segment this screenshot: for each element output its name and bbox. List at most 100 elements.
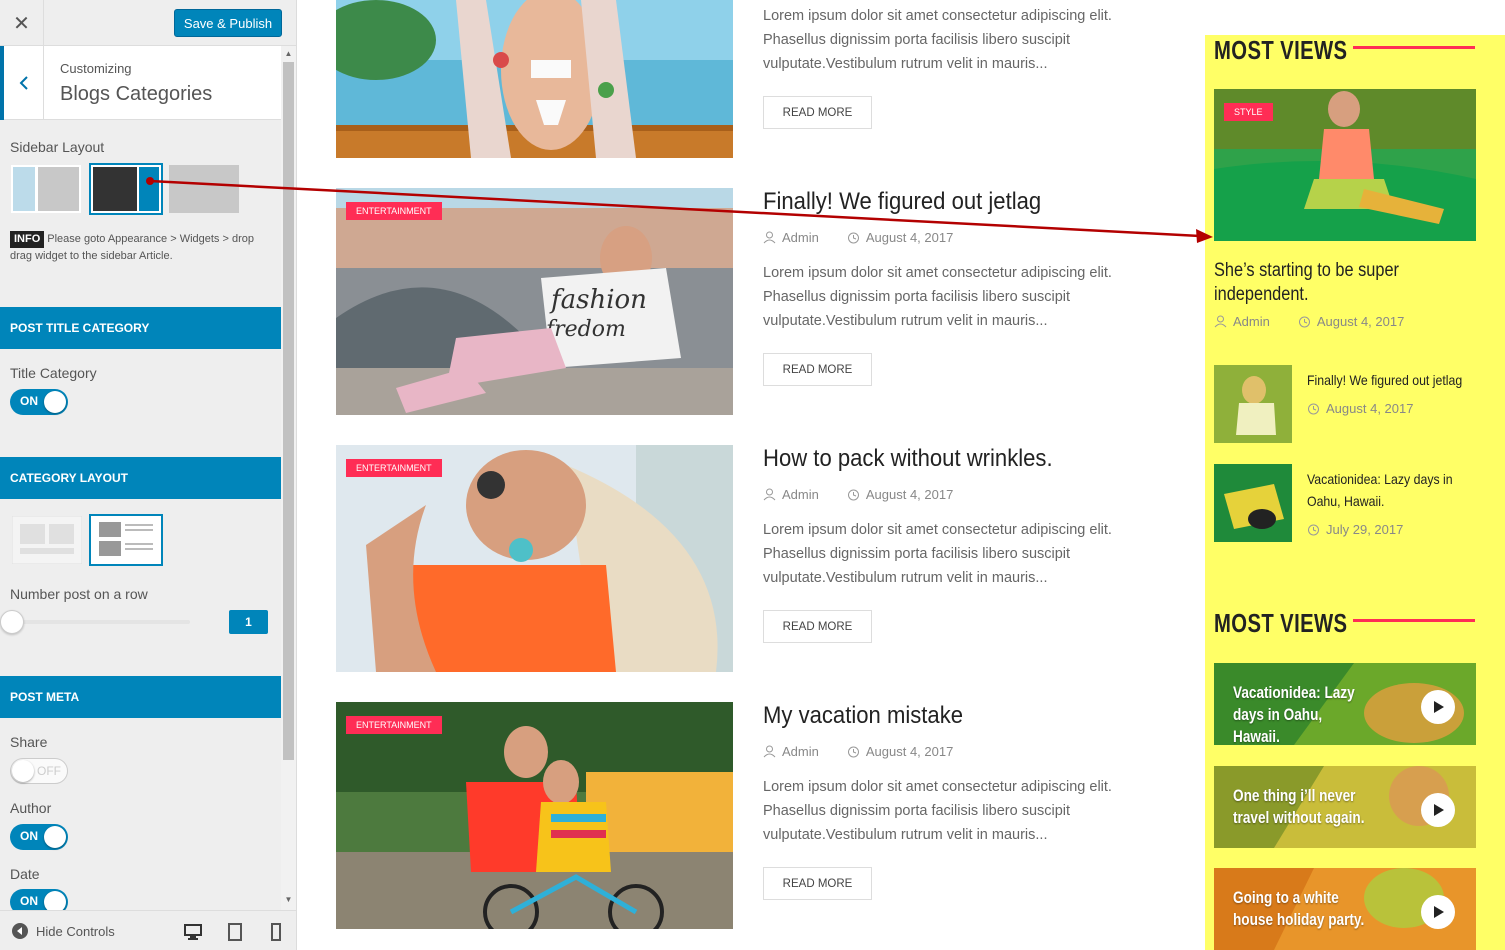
author-name: Admin: [1233, 314, 1270, 329]
scrollbar-thumb[interactable]: [283, 62, 294, 760]
number-post-slider-track[interactable]: [12, 620, 190, 624]
post-author[interactable]: Admin: [763, 744, 819, 759]
play-icon: [1434, 906, 1444, 918]
post-image[interactable]: ENTERTAINMENT: [336, 445, 733, 672]
clock-icon: [1298, 316, 1310, 328]
hide-controls-button[interactable]: Hide Controls: [12, 923, 115, 939]
right-sidebar-layout-icon: [91, 165, 161, 213]
post-photo-headphones: [336, 445, 733, 672]
svg-text:fashion: fashion: [549, 285, 647, 315]
customizer-footer: Hide Controls: [0, 910, 296, 950]
post-image[interactable]: [336, 0, 733, 158]
author-name: Admin: [782, 744, 819, 759]
play-icon: [1434, 701, 1444, 713]
post-title[interactable]: Finally! We figured out jetlag: [763, 188, 1041, 216]
post-author[interactable]: Admin: [763, 230, 819, 245]
featured-post-meta: Admin August 4, 2017: [1214, 314, 1404, 329]
layout-no-sidebar-option[interactable]: [169, 165, 239, 213]
post-date: August 4, 2017: [1298, 314, 1404, 329]
user-icon: [763, 231, 776, 244]
post-excerpt: Lorem ipsum dolor sit amet consectetur a…: [763, 8, 1112, 72]
clock-icon: [847, 232, 859, 244]
small-thumb-photo: [1214, 464, 1292, 542]
author-label: Author: [10, 800, 52, 816]
category-layout-grid-option[interactable]: [11, 515, 83, 565]
scroll-up-icon[interactable]: ▲: [283, 48, 294, 60]
title-category-toggle[interactable]: ON: [10, 389, 68, 415]
post-excerpt: Lorem ipsum dolor sit amet consectetur a…: [763, 779, 1112, 843]
post-title[interactable]: My vacation mistake: [763, 702, 963, 730]
category-badge[interactable]: ENTERTAINMENT: [346, 202, 442, 220]
read-more-button[interactable]: READ MORE: [763, 867, 872, 900]
no-sidebar-layout-icon: [169, 165, 239, 213]
scroll-down-icon[interactable]: ▼: [283, 894, 294, 906]
date-label: Date: [10, 866, 40, 882]
read-more-button[interactable]: READ MORE: [763, 353, 872, 386]
section-category-layout: CATEGORY LAYOUT: [0, 457, 281, 499]
layout-right-sidebar-option[interactable]: [89, 163, 163, 215]
desktop-preview-icon[interactable]: [184, 923, 202, 941]
clock-icon: [847, 489, 859, 501]
small-post-title[interactable]: Finally! We figured out jetlag: [1307, 369, 1483, 391]
number-post-slider-handle[interactable]: [0, 610, 24, 634]
category-badge[interactable]: ENTERTAINMENT: [346, 459, 442, 477]
small-post-thumbnail[interactable]: [1214, 365, 1292, 443]
mobile-preview-icon[interactable]: [267, 923, 285, 941]
category-layout-list-option[interactable]: [89, 514, 163, 566]
section-header: Customizing Blogs Categories: [0, 46, 281, 120]
toggle-state-text: OFF: [37, 764, 61, 778]
play-button[interactable]: [1421, 895, 1455, 929]
share-label: Share: [10, 734, 48, 750]
save-publish-button[interactable]: Save & Publish: [174, 9, 282, 37]
post-photo-fashion: fashion fredom: [336, 188, 733, 415]
sidebar-layout-label: Sidebar Layout: [10, 139, 105, 155]
category-badge[interactable]: STYLE: [1224, 103, 1273, 121]
post-image[interactable]: ENTERTAINMENT: [336, 702, 733, 929]
date-text: August 4, 2017: [1316, 314, 1405, 329]
toggle-knob: [12, 760, 34, 782]
author-name: Admin: [782, 487, 819, 502]
small-post-thumbnail[interactable]: [1214, 464, 1292, 542]
video-item[interactable]: Going to a white house holiday party.: [1214, 868, 1476, 950]
featured-post-image[interactable]: STYLE: [1214, 89, 1476, 241]
play-button[interactable]: [1421, 793, 1455, 827]
video-item[interactable]: Vacationidea: Lazy days in Oahu, Hawaii.: [1214, 663, 1476, 745]
post-image[interactable]: fashion fredom ENTERTAINMENT: [336, 188, 733, 415]
customizer-panel: ✕ Save & Publish Customizing Blogs Categ…: [0, 0, 297, 950]
play-button[interactable]: [1421, 690, 1455, 724]
date-text: August 4, 2017: [865, 230, 954, 245]
section-post-meta: POST META: [0, 676, 281, 718]
grid-layout-icon: [11, 515, 83, 565]
toggle-state-text: ON: [20, 394, 38, 408]
read-more-button[interactable]: READ MORE: [763, 96, 872, 129]
small-post-title[interactable]: Vacationidea: Lazy days in Oahu, Hawaii.: [1307, 468, 1483, 512]
left-sidebar-layout-icon: [11, 165, 81, 213]
layout-left-sidebar-option[interactable]: [11, 165, 81, 213]
post-date: August 4, 2017: [847, 744, 953, 759]
sidebar-widget-area: MOST VIEWS STYLE She’s starting to be su…: [1205, 35, 1505, 950]
toggle-state-text: ON: [20, 829, 38, 843]
tablet-preview-icon[interactable]: [226, 923, 244, 941]
video-item[interactable]: One thing i’ll never travel without agai…: [1214, 766, 1476, 848]
back-button[interactable]: [0, 46, 44, 120]
post-title[interactable]: How to pack without wrinkles.: [763, 445, 1053, 473]
featured-post-title[interactable]: She’s starting to be super independent.: [1214, 259, 1463, 307]
read-more-button[interactable]: READ MORE: [763, 610, 872, 643]
close-icon[interactable]: ✕: [0, 0, 44, 46]
play-icon: [1434, 804, 1444, 816]
number-post-value[interactable]: 1: [229, 610, 268, 634]
info-note: INFO Please goto Appearance > Widgets > d…: [10, 231, 275, 265]
collapse-arrow-icon: [12, 923, 28, 939]
post-author[interactable]: Admin: [1214, 314, 1270, 329]
category-badge[interactable]: ENTERTAINMENT: [346, 716, 442, 734]
clock-icon: [1308, 524, 1319, 536]
post-date: August 4, 2017: [847, 487, 953, 502]
section-post-title-category: POST TITLE CATEGORY: [0, 307, 281, 349]
share-toggle[interactable]: OFF: [10, 758, 68, 784]
date-text: August 4, 2017: [865, 487, 954, 502]
video-title: One thing i’ll never travel without agai…: [1233, 786, 1365, 827]
post-author[interactable]: Admin: [763, 487, 819, 502]
author-name: Admin: [782, 230, 819, 245]
clock-icon: [847, 746, 859, 758]
author-toggle[interactable]: ON: [10, 824, 68, 850]
